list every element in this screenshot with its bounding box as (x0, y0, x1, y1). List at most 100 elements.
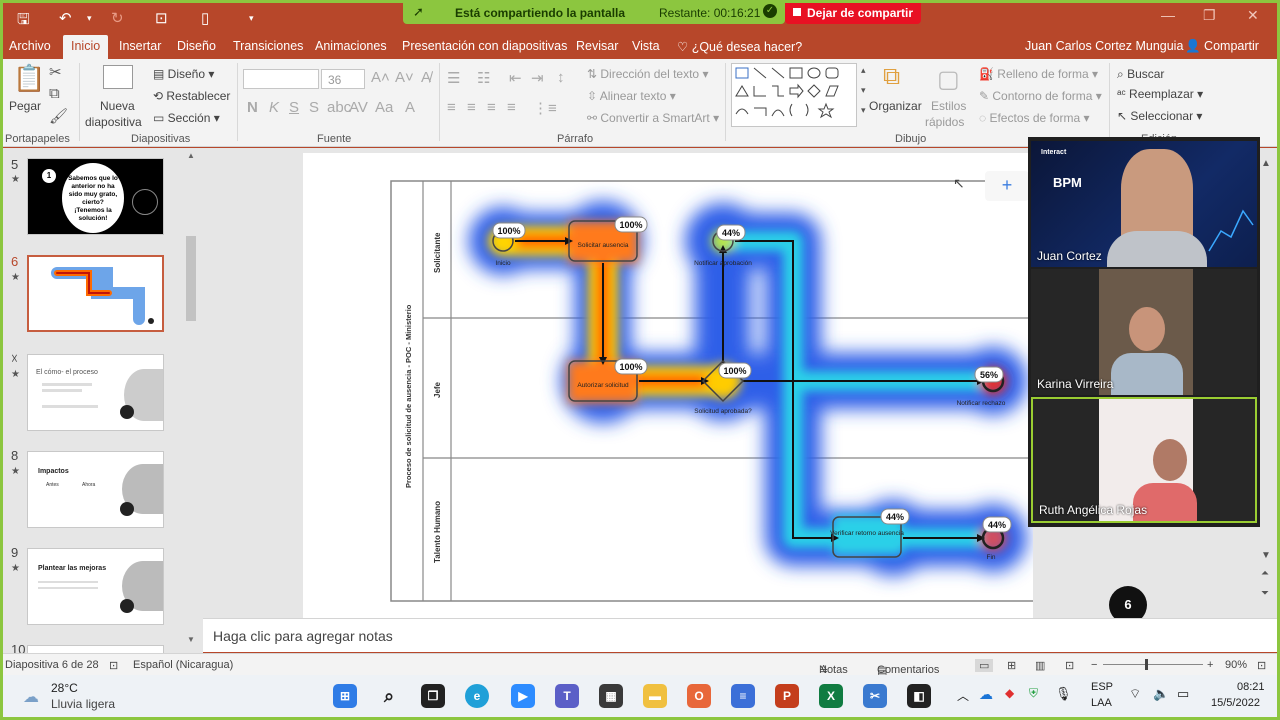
format-painter-icon[interactable]: 🖌 (49, 107, 68, 125)
line-spacing-icon[interactable]: ↕ (557, 69, 565, 86)
strikethrough-icon[interactable]: S (309, 99, 319, 116)
restore-icon[interactable]: ❐ (1203, 7, 1216, 24)
gallery-scroll-up-icon[interactable]: ▴ (861, 65, 866, 76)
shape-fill-button[interactable]: ⛽ Relleno de forma ▾ (979, 67, 1098, 81)
video-tile-karina[interactable]: Karina Virreira (1031, 269, 1257, 395)
security-icon[interactable]: ⛨ (1029, 686, 1038, 701)
onedrive-icon[interactable]: ☁ (979, 686, 993, 703)
slide-thumb-7[interactable]: El cómo- el proceso (27, 354, 164, 431)
file-explorer-icon[interactable]: ▬ (643, 684, 667, 708)
next-slide-icon[interactable]: ⏷ (1261, 588, 1269, 599)
powerpoint-icon[interactable]: P (775, 684, 799, 708)
shape-effects-button[interactable]: ◌ Efectos de forma ▾ (979, 111, 1090, 125)
tab-presentacion[interactable]: Presentación con diapositivas (402, 39, 567, 53)
search-icon[interactable]: ⌕ (377, 684, 401, 708)
scroll-up-icon[interactable]: ▲ (187, 151, 195, 160)
new-doc-icon[interactable]: ▯ (201, 9, 209, 27)
clear-format-icon[interactable]: A̸ (421, 69, 431, 86)
justify-icon[interactable]: ≡ (507, 99, 516, 116)
gallery-more-icon[interactable]: ▾ (861, 105, 866, 116)
present-icon[interactable]: ⊡ (155, 9, 168, 27)
font-name-input[interactable] (243, 69, 319, 89)
italic-icon[interactable]: K (269, 99, 279, 116)
snipping-icon[interactable]: ✂ (863, 684, 887, 708)
align-text-button[interactable]: ⇳ Alinear texto ▾ (587, 89, 676, 103)
video-tile-juan[interactable]: Interact BPM Juan Cortez (1031, 141, 1257, 267)
slide-thumb-5[interactable]: 1 Sabemos que lo anterior no ha sido muy… (27, 158, 164, 235)
gallery-scroll-down-icon[interactable]: ▾ (861, 85, 866, 96)
battery-icon[interactable]: ▭ (1177, 686, 1189, 702)
zoom-slider-thumb[interactable] (1145, 659, 1148, 670)
underline-icon[interactable]: S (289, 99, 299, 116)
decrease-indent-icon[interactable]: ⇤ (509, 69, 522, 87)
clock-date[interactable]: 15/5/2022 (1211, 697, 1260, 709)
section-button[interactable]: ▭ Sección ▾ (153, 111, 220, 125)
redo-icon[interactable]: ↻ (111, 9, 124, 27)
text-direction-button[interactable]: ⇅ Dirección del texto ▾ (587, 67, 708, 81)
smartart-button[interactable]: ⚯ Convertir a SmartArt ▾ (587, 111, 719, 125)
undo-dropdown-icon[interactable]: ▾ (87, 13, 92, 24)
thumbnail-scrollbar[interactable]: ▲ ▼ (184, 151, 198, 644)
copy-icon[interactable]: ⧉ (49, 85, 60, 102)
slideshow-icon[interactable]: ⊡ (1065, 659, 1074, 672)
notes-pane[interactable]: Haga clic para agregar notas (203, 618, 1277, 652)
add-element-button[interactable]: + (985, 171, 1029, 201)
minimize-icon[interactable]: — (1161, 7, 1175, 23)
zoom-in-icon[interactable]: + (1207, 659, 1213, 671)
calculator-icon[interactable]: ▦ (599, 684, 623, 708)
task-view-icon[interactable]: ❐ (421, 684, 445, 708)
align-center-icon[interactable]: ≡ (467, 99, 476, 116)
scroll-down-icon[interactable]: ▼ (1261, 550, 1271, 561)
bullets-icon[interactable]: ☰ (447, 69, 460, 87)
clock-time[interactable]: 08:21 (1237, 681, 1265, 693)
video-tile-ruth[interactable]: Ruth Angélica Rojas (1031, 397, 1257, 523)
tell-me-search[interactable]: ♡ ¿Qué desea hacer? (677, 39, 802, 54)
zoom-slider[interactable] (1103, 664, 1203, 665)
tab-animaciones[interactable]: Animaciones (315, 39, 387, 53)
undo-icon[interactable]: ↶ (59, 9, 72, 27)
scroll-up-icon[interactable]: ▲ (1261, 158, 1271, 169)
edge-icon[interactable]: e (465, 684, 489, 708)
input-language-2[interactable]: LAA (1091, 697, 1112, 709)
office-icon[interactable]: O (687, 684, 711, 708)
notepad-icon[interactable]: ≡ (731, 684, 755, 708)
teams-icon[interactable]: T (555, 684, 579, 708)
replace-button[interactable]: ᵃᶜ Reemplazar ▾ (1117, 87, 1203, 101)
microphone-icon[interactable]: 🎙 (1055, 686, 1072, 702)
align-right-icon[interactable]: ≡ (487, 99, 496, 116)
tab-inicio[interactable]: Inicio (63, 35, 109, 59)
wifi-icon[interactable]: ⌔ (1129, 686, 1141, 702)
font-size-input[interactable]: 36 (321, 69, 365, 89)
account-name[interactable]: Juan Carlos Cortez Munguia (1025, 39, 1183, 53)
zoom-icon[interactable]: ▶ (511, 684, 535, 708)
slide-thumb-6[interactable] (27, 255, 164, 332)
share-button[interactable]: 👤 Compartir (1185, 39, 1259, 54)
increase-indent-icon[interactable]: ⇥ (531, 69, 544, 87)
tab-diseno[interactable]: Diseño (177, 39, 216, 53)
input-language-1[interactable]: ESP (1091, 681, 1113, 693)
strike-icon[interactable]: abc (327, 99, 351, 116)
reading-view-icon[interactable]: ▥ (1035, 659, 1045, 672)
tab-insertar[interactable]: Insertar (119, 39, 161, 53)
excel-icon[interactable]: X (819, 684, 843, 708)
slide-thumb-8[interactable]: Impactos Antes Ahora (27, 451, 164, 528)
stop-sharing-button[interactable]: Dejar de compartir (785, 3, 921, 24)
scroll-down-icon[interactable]: ▼ (187, 635, 195, 644)
tray-app-icon[interactable]: ◆ (1005, 686, 1014, 700)
save-icon[interactable]: 🖫 (17, 9, 30, 34)
tab-vista[interactable]: Vista (632, 39, 660, 53)
weather-temp[interactable]: 28°C (51, 681, 78, 695)
find-button[interactable]: ⌕ Buscar (1117, 67, 1164, 82)
increase-font-icon[interactable]: A˄ (371, 69, 390, 86)
slide-thumb-9[interactable]: Plantear las mejoras (27, 548, 164, 625)
layout-button[interactable]: ▤ Diseño ▾ (153, 67, 214, 81)
sticky-notes-icon[interactable]: ◧ (907, 684, 931, 708)
current-slide[interactable]: Inicio Solicitar ausencia Notificar apro… (303, 153, 1149, 623)
tab-revisar[interactable]: Revisar (576, 39, 618, 53)
scrollbar-thumb[interactable] (186, 236, 196, 321)
change-case-icon[interactable]: Aa (375, 99, 393, 116)
cut-icon[interactable]: ✂ (49, 63, 62, 81)
customize-qat-icon[interactable]: ▾ (249, 13, 254, 24)
bold-icon[interactable]: N (247, 99, 258, 116)
normal-view-icon[interactable]: ▭ (975, 659, 994, 672)
